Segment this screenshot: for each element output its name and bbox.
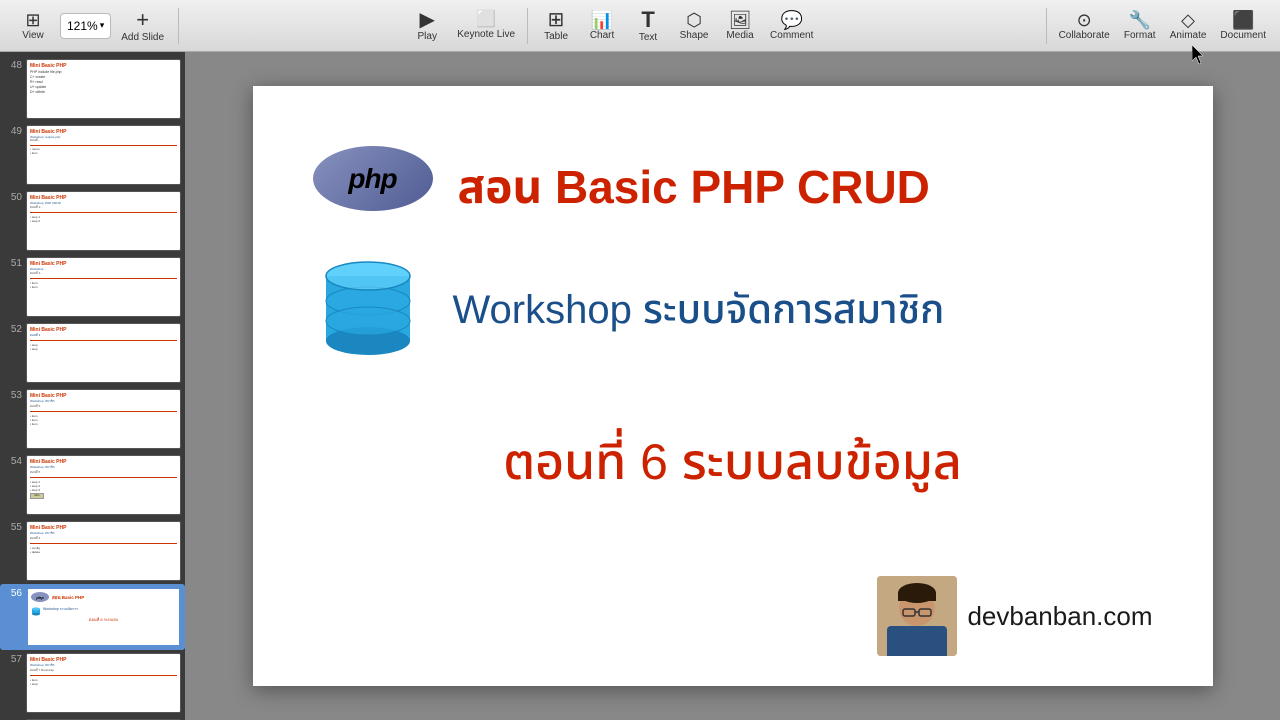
- document-button[interactable]: ⬛ Document: [1214, 9, 1272, 43]
- shape-icon: ⬡: [686, 11, 702, 29]
- slide-thumbnail-48: Mini Basic PHP PHP include file.phpC+ cr…: [26, 59, 181, 119]
- document-icon: ⬛: [1232, 11, 1254, 29]
- php-logo-text: php: [348, 163, 396, 195]
- slide-thumbnail-53: Mini Basic PHP Workshop: สมาชิก ตอนที่ 5…: [26, 389, 181, 449]
- add-slide-icon: +: [136, 9, 149, 31]
- text-icon: T: [641, 9, 654, 31]
- format-button[interactable]: 🔧 Format: [1118, 9, 1162, 43]
- slide-number-52: 52: [4, 323, 22, 335]
- text-button[interactable]: T Text: [626, 7, 670, 45]
- animate-label: Animate: [1170, 30, 1207, 41]
- slide-number-48: 48: [4, 59, 22, 71]
- media-button[interactable]: 🖼 Media: [718, 9, 762, 43]
- slide-thumbnail-49: Mini Basic PHP Workshop: require php ตอน…: [26, 125, 181, 185]
- slide-thumbnail-50: Mini Basic PHP Workshop: PHP CRUD ตอนที่…: [26, 191, 181, 251]
- slide-canvas[interactable]: php สอน Basic PHP CRUD: [185, 52, 1280, 720]
- slide-panel[interactable]: 48 Mini Basic PHP PHP include file.phpC+…: [0, 52, 185, 720]
- slide-item-56[interactable]: 56 php สอน Basic PHP: [0, 584, 185, 650]
- document-label: Document: [1220, 30, 1266, 41]
- shape-button[interactable]: ⬡ Shape: [672, 9, 716, 43]
- toolbar: ⊞ View 121% ▾ + Add Slide ▶ Play ⬜ Keyno…: [0, 0, 1280, 52]
- chart-button[interactable]: 📊 Chart: [580, 9, 624, 43]
- zoom-chevron: ▾: [100, 20, 105, 31]
- shape-label: Shape: [680, 30, 709, 41]
- episode-text: ตอนที่ 6 ระบบลบข้อมูล: [353, 426, 1113, 502]
- main-area: 48 Mini Basic PHP PHP include file.phpC+…: [0, 52, 1280, 720]
- collaborate-button[interactable]: ⊙ Collaborate: [1053, 9, 1116, 43]
- slide-item-54[interactable]: 54 Mini Basic PHP Workshop: สมาชิก ตอนที…: [0, 452, 185, 518]
- animate-icon: ◇: [1181, 11, 1195, 29]
- play-label: Play: [417, 31, 436, 42]
- view-icon: ⊞: [25, 11, 40, 29]
- add-slide-label: Add Slide: [121, 32, 164, 43]
- zoom-value: 121%: [67, 19, 98, 33]
- separator-3: [1046, 8, 1047, 44]
- play-button[interactable]: ▶ Play: [405, 8, 449, 44]
- comment-label: Comment: [770, 30, 813, 41]
- keynote-live-label: Keynote Live: [457, 29, 515, 40]
- avatar-image: [877, 576, 957, 656]
- keynote-live-button[interactable]: ⬜ Keynote Live: [451, 10, 521, 42]
- slide-item-50[interactable]: 50 Mini Basic PHP Workshop: PHP CRUD ตอน…: [0, 188, 185, 254]
- chart-icon: 📊: [591, 11, 613, 29]
- collaborate-icon: ⊙: [1077, 11, 1092, 29]
- slide-thumbnail-56: php สอน Basic PHP: [26, 587, 181, 647]
- table-button[interactable]: ⊞ Table: [534, 8, 578, 44]
- slide-thumbnail-57: Mini Basic PHP Workshop: สมาชิก ตอนที่ 7…: [26, 653, 181, 713]
- zoom-button[interactable]: 121% ▾: [60, 13, 111, 39]
- slide-title: สอน Basic PHP CRUD: [458, 154, 930, 224]
- php-logo: php: [313, 146, 433, 216]
- media-icon: 🖼: [729, 11, 752, 29]
- site-name: devbanban.com: [967, 601, 1152, 632]
- slide-number-50: 50: [4, 191, 22, 203]
- slide-thumbnail-54: Mini Basic PHP Workshop: สมาชิก ตอนที่ 5…: [26, 455, 181, 515]
- format-label: Format: [1124, 30, 1156, 41]
- slide-number-55: 55: [4, 521, 22, 533]
- database-icon: [313, 256, 423, 366]
- slide-thumbnail-52: Mini Basic PHP ตอนที่ 4 • step• step: [26, 323, 181, 383]
- slide-thumbnail-51: Mini Basic PHP Workshop ตอนที่ 3... • it…: [26, 257, 181, 317]
- slide-main: php สอน Basic PHP CRUD: [253, 86, 1213, 686]
- slide-item-57[interactable]: 57 Mini Basic PHP Workshop: สมาชิก ตอนที…: [0, 650, 185, 716]
- collaborate-label: Collaborate: [1059, 30, 1110, 41]
- chart-label: Chart: [590, 30, 614, 41]
- slide-number-54: 54: [4, 455, 22, 467]
- view-label: View: [22, 30, 44, 41]
- avatar-area: devbanban.com: [877, 576, 1152, 656]
- slide-number-53: 53: [4, 389, 22, 401]
- slide-item-52[interactable]: 52 Mini Basic PHP ตอนที่ 4 • step• step: [0, 320, 185, 386]
- slide-number-57: 57: [4, 653, 22, 665]
- text-label: Text: [639, 32, 657, 43]
- slide-item-51[interactable]: 51 Mini Basic PHP Workshop ตอนที่ 3... •…: [0, 254, 185, 320]
- slide-item-53[interactable]: 53 Mini Basic PHP Workshop: สมาชิก ตอนที…: [0, 386, 185, 452]
- slide-item-48[interactable]: 48 Mini Basic PHP PHP include file.phpC+…: [0, 56, 185, 122]
- table-label: Table: [544, 31, 568, 42]
- slide-number-51: 51: [4, 257, 22, 269]
- keynote-live-icon: ⬜: [476, 12, 496, 28]
- workshop-text: Workshop ระบบจัดการสมาชิก: [453, 281, 945, 341]
- slide-item-55[interactable]: 55 Mini Basic PHP Workshop: สมาชิก ตอนที…: [0, 518, 185, 584]
- slide-number-56: 56: [4, 587, 22, 599]
- slide-number-49: 49: [4, 125, 22, 137]
- play-icon: ▶: [420, 10, 435, 30]
- comment-button[interactable]: 💬 Comment: [764, 9, 819, 43]
- separator-1: [178, 8, 179, 44]
- add-slide-button[interactable]: + Add Slide: [113, 7, 172, 45]
- slide-item-58[interactable]: 58 Mini Basic PHP Database Workshop: PHP…: [0, 716, 185, 720]
- media-label: Media: [726, 30, 753, 41]
- format-icon: 🔧: [1129, 11, 1151, 29]
- separator-2: [527, 8, 528, 44]
- comment-icon: 💬: [781, 11, 803, 29]
- animate-button[interactable]: ◇ Animate: [1164, 9, 1213, 43]
- view-button[interactable]: ⊞ View: [8, 9, 58, 43]
- slide-item-49[interactable]: 49 Mini Basic PHP Workshop: require php …: [0, 122, 185, 188]
- table-icon: ⊞: [548, 10, 565, 30]
- slide-thumbnail-55: Mini Basic PHP Workshop: สมาชิก ตอนที่ 6…: [26, 521, 181, 581]
